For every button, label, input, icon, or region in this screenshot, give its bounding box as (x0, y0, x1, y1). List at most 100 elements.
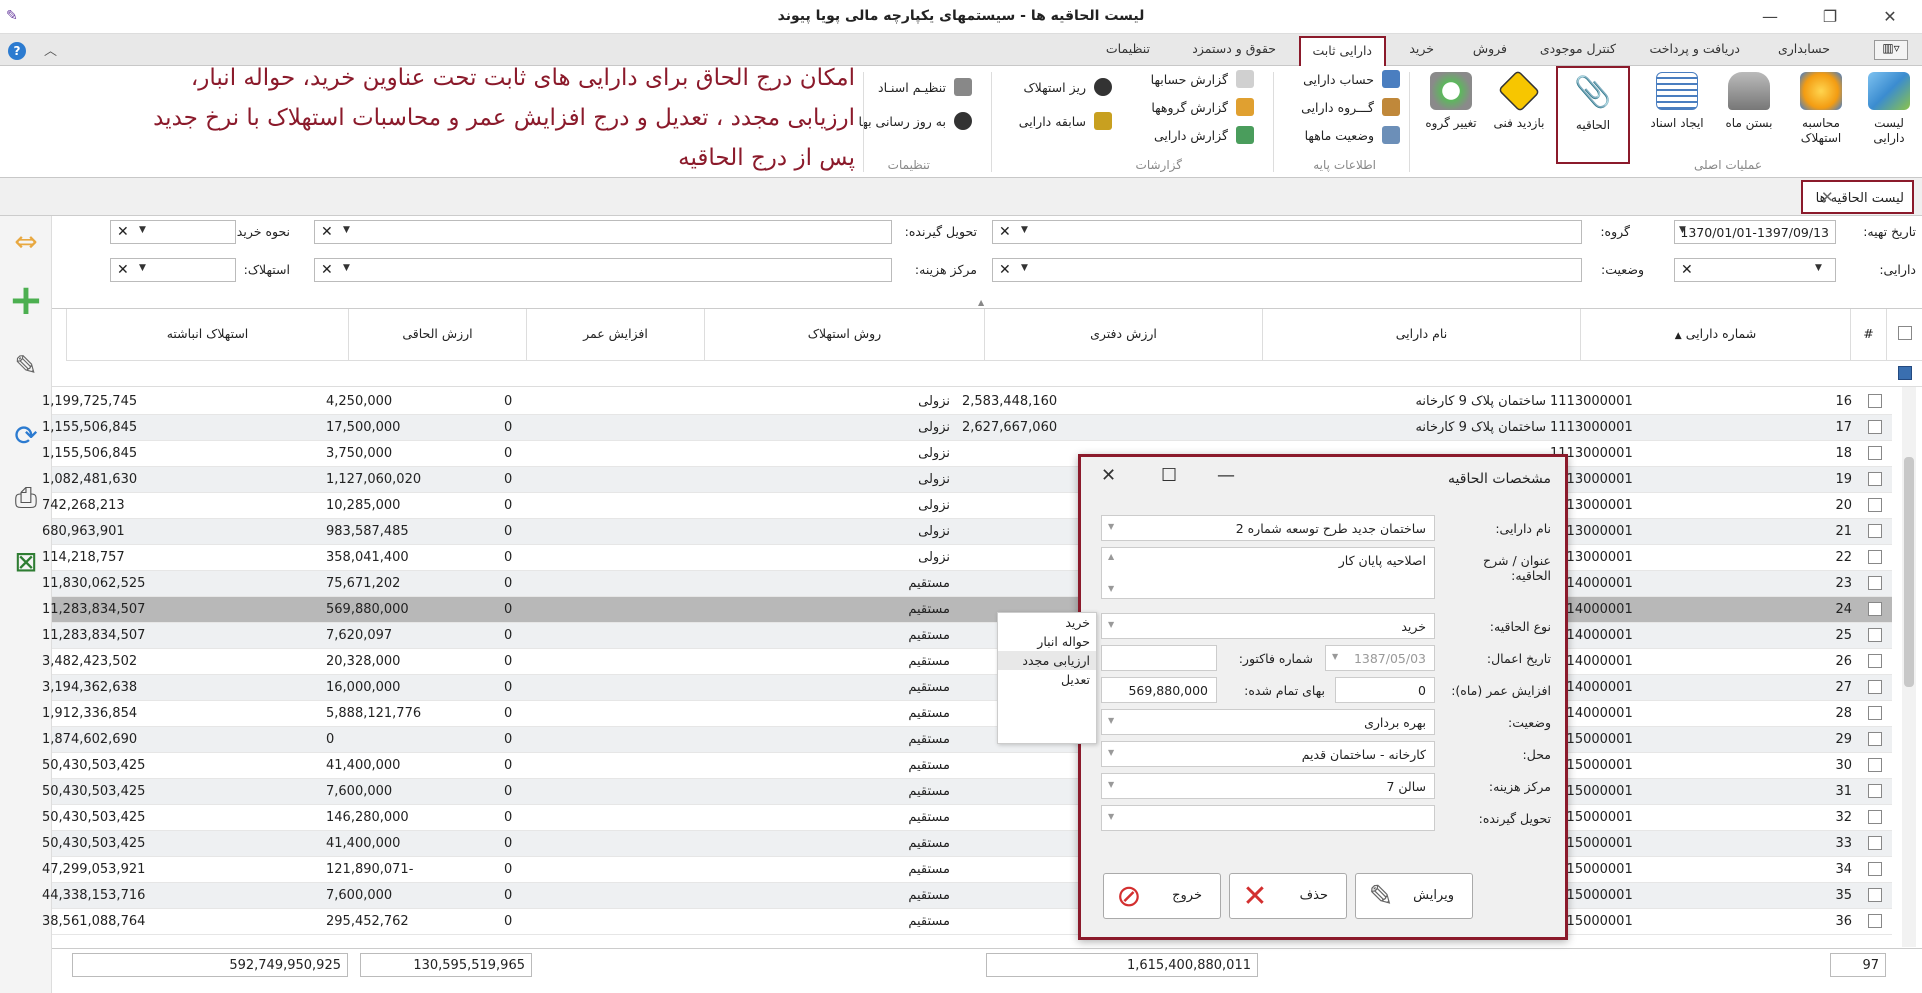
clear-icon[interactable]: ✕ (321, 224, 333, 240)
clear-icon[interactable]: ✕ (1681, 262, 1693, 278)
collapse-filter-icon[interactable]: ⇔ (6, 222, 46, 262)
asset-list-button[interactable]: لیست دارایی (1858, 72, 1920, 156)
description-field[interactable]: اصلاحیه پایان کار ▲ ▼ (1101, 547, 1435, 599)
row-checkbox[interactable] (1868, 420, 1882, 434)
calc-depreciation-button[interactable]: محاسبه استهلاک (1790, 72, 1852, 156)
row-checkbox[interactable] (1868, 914, 1882, 928)
technical-inspection-button[interactable]: بازدید فنی (1488, 69, 1550, 156)
receiver-select[interactable]: ▼ (1101, 805, 1435, 831)
close-tab-icon[interactable]: ✕ (1821, 188, 1834, 206)
table-row[interactable]: 36 1115000001 مستقیم 0 295,452,762 38,561,088… (42, 909, 1892, 935)
update-prices-button[interactable]: به روز رسانی بها (859, 112, 972, 130)
row-checkbox[interactable] (1868, 550, 1882, 564)
dialog-maximize-button[interactable]: ☐ (1161, 465, 1177, 486)
splitter-arrow-icon[interactable]: ▲ (978, 298, 984, 307)
scroll-down-icon[interactable]: ▼ (1108, 584, 1114, 593)
table-row[interactable]: 17 1113000001 ساختمان پلاک 9 کارخانه 2,627,… (42, 415, 1892, 441)
dropdown-arrow-icon[interactable]: ▼ (1332, 652, 1338, 661)
filter-row-icon[interactable] (1898, 366, 1912, 380)
depreciation-detail-button[interactable]: ریز استهلاک (1023, 78, 1112, 96)
dropdown-arrow-icon[interactable]: ▼ (139, 225, 146, 235)
exit-button[interactable]: خروج ⊘ (1103, 873, 1221, 919)
create-docs-button[interactable]: ایجاد اسناد (1646, 72, 1708, 156)
invoice-field[interactable] (1101, 645, 1217, 671)
table-row[interactable]: 22 1113000001 نزولی 0 358,041,400 114,218,757 (42, 545, 1892, 571)
scroll-up-icon[interactable]: ▲ (1108, 552, 1114, 561)
table-row[interactable]: 30 1115000001 مستقیم 0 41,400,000 50,430,503,… (42, 753, 1892, 779)
purchase-method-select[interactable]: ✕ ▼ (110, 220, 236, 244)
months-status-button[interactable]: وضعیت ماهها (1305, 126, 1400, 144)
table-row[interactable]: 24 1114000001 مستقیم 0 569,880,000 11,283,834… (42, 597, 1892, 623)
row-checkbox[interactable] (1868, 628, 1882, 642)
asset-select[interactable]: ✕ ▼ (1674, 258, 1836, 282)
row-checkbox[interactable] (1868, 602, 1882, 616)
row-checkbox[interactable] (1868, 706, 1882, 720)
close-month-button[interactable]: بستن ماه (1718, 72, 1780, 156)
asset-report-button[interactable]: گزارش دارایی (1154, 126, 1254, 144)
row-checkbox[interactable] (1868, 862, 1882, 876)
dropdown-arrow-icon[interactable]: ▼ (1108, 620, 1114, 629)
row-checkbox[interactable] (1868, 654, 1882, 668)
table-row[interactable]: 16 1113000001 ساختمان پلاک 9 کارخانه 2,583,… (42, 389, 1892, 415)
tab-receipt-payment[interactable]: دریافت و پرداخت (1649, 41, 1740, 56)
table-row[interactable]: 18 1113000001 نزولی 0 3,750,000 1,155,506,845 (42, 441, 1892, 467)
header-asset-no[interactable]: شماره دارایی ▲ (1580, 309, 1850, 361)
row-checkbox[interactable] (1868, 394, 1882, 408)
row-checkbox[interactable] (1868, 498, 1882, 512)
header-select-all[interactable] (1886, 309, 1922, 361)
status-select[interactable]: بهره برداری ▼ (1101, 709, 1435, 735)
depreciation-select[interactable]: ✕ ▼ (110, 258, 236, 282)
table-row[interactable]: 28 1114000001 مستقیم 0 5,888,121,776 1,912,33… (42, 701, 1892, 727)
help-icon[interactable]: ? (8, 42, 26, 60)
type-option-revaluation[interactable]: ارزیابی مجدد (998, 651, 1096, 670)
receiver-select[interactable]: ✕ ▼ (314, 220, 892, 244)
grid-filter-row[interactable] (52, 361, 1922, 387)
header-acc-dep[interactable]: استهلاک انباشته (66, 309, 348, 361)
header-life-inc[interactable]: افزایش عمر (526, 309, 704, 361)
row-checkbox[interactable] (1868, 472, 1882, 486)
group-select[interactable]: ✕ ▼ (992, 220, 1582, 244)
select-all-checkbox[interactable] (1897, 326, 1912, 340)
addendum-list-tab[interactable]: لیست الحاقیه ها ✕ (1801, 180, 1914, 214)
dropdown-arrow-icon[interactable]: ▼ (1021, 225, 1028, 235)
type-select[interactable]: خرید ▼ (1101, 613, 1435, 639)
clear-icon[interactable]: ✕ (999, 262, 1011, 278)
tab-purchase[interactable]: خرید (1409, 41, 1434, 56)
delete-button[interactable]: حذف ✕ (1229, 873, 1347, 919)
cost-center-select[interactable]: ✕ ▼ (314, 258, 892, 282)
clear-icon[interactable]: ✕ (117, 262, 129, 278)
dropdown-arrow-icon[interactable]: ▼ (1108, 812, 1114, 821)
dropdown-arrow-icon[interactable]: ▼ (1815, 263, 1822, 273)
row-checkbox[interactable] (1868, 576, 1882, 590)
tab-fixed-assets[interactable]: دارایی ثابت (1298, 36, 1386, 66)
life-increase-field[interactable]: 0 (1335, 677, 1435, 703)
restore-button[interactable]: ❐ (1810, 4, 1850, 30)
header-asset-name[interactable]: نام دارایی (1262, 309, 1580, 361)
minimize-button[interactable]: — (1750, 4, 1790, 30)
docs-settings-button[interactable]: تنظیـم اسنـاد (878, 78, 972, 96)
table-row[interactable]: 26 1114000001 مستقیم 0 20,328,000 3,482,423,5… (42, 649, 1892, 675)
row-checkbox[interactable] (1868, 784, 1882, 798)
edit-button[interactable]: ویرایش ✎ (1355, 873, 1473, 919)
dialog-minimize-button[interactable]: — (1217, 465, 1235, 486)
row-checkbox[interactable] (1868, 732, 1882, 746)
table-row[interactable]: 35 1115000001 مستقیم 0 7,600,000 44,338,153,7… (42, 883, 1892, 909)
dropdown-arrow-icon[interactable]: ▼ (1108, 748, 1114, 757)
scrollbar-thumb[interactable] (1904, 457, 1914, 687)
apply-date-field[interactable]: 1387/05/03 ▼ (1325, 645, 1435, 671)
addendum-button[interactable]: 📎 الحاقیه (1556, 66, 1630, 164)
table-row[interactable]: 23 1114000001 مستقیم 0 75,671,202 11,830,062,… (42, 571, 1892, 597)
asset-account-button[interactable]: حساب دارایی (1303, 70, 1400, 88)
row-checkbox[interactable] (1868, 524, 1882, 538)
table-row[interactable]: 34 1115000001 مستقیم 0 -121,890,071 47,299,05… (42, 857, 1892, 883)
change-group-button[interactable]: تغییر گروه (1420, 72, 1482, 156)
date-range-field[interactable]: 1370/01/01-1397/09/13 ▼ (1674, 220, 1836, 244)
table-row[interactable]: 25 1114000001 مستقیم 0 7,620,097 11,283,834,5… (42, 623, 1892, 649)
dropdown-arrow-icon[interactable]: ▼ (343, 263, 350, 273)
dropdown-arrow-icon[interactable]: ▼ (1108, 522, 1114, 531)
tab-settings[interactable]: تنظیمات (1106, 41, 1150, 56)
layout-icon[interactable]: ▥▿ (1874, 40, 1908, 60)
header-method[interactable]: روش استهلاک (704, 309, 984, 361)
table-row[interactable]: 33 1115000001 مستقیم 0 41,400,000 50,430,503,… (42, 831, 1892, 857)
cost-field[interactable]: 569,880,000 (1101, 677, 1217, 703)
